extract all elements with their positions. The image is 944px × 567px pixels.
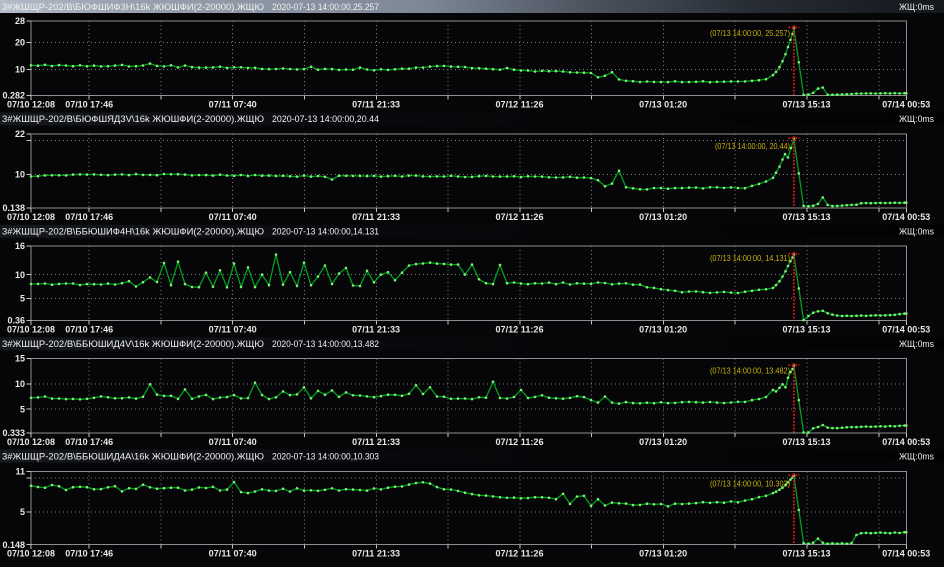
svg-text:5: 5 <box>20 404 25 414</box>
svg-text:2020-07-13 14:00:00,10.303: 2020-07-13 14:00:00,10.303 <box>272 451 379 461</box>
svg-text:07/14 00:53: 07/14 00:53 <box>882 99 930 109</box>
svg-text:07/11 21:33: 07/11 21:33 <box>352 549 400 559</box>
svg-text:16: 16 <box>15 241 25 251</box>
svg-text:10: 10 <box>15 379 25 389</box>
svg-text:07/11 07:40: 07/11 07:40 <box>209 212 257 222</box>
svg-text:5: 5 <box>20 294 25 304</box>
svg-text:07/10 12:08: 07/10 12:08 <box>7 99 55 109</box>
svg-text:07/11 07:40: 07/11 07:40 <box>209 99 257 109</box>
svg-text:ЖЩ:0ms: ЖЩ:0ms <box>899 451 934 461</box>
svg-text:3#ЖШЩP-202/B\ББЮШИД4A\16k ЖЮШФ: 3#ЖШЩP-202/B\ББЮШИД4A\16k ЖЮШФИ(2-20000)… <box>2 451 264 461</box>
svg-text:28: 28 <box>15 16 25 26</box>
svg-text:5: 5 <box>20 507 25 517</box>
svg-text:2020-07-13 14:00:00,14.131: 2020-07-13 14:00:00,14.131 <box>272 227 379 237</box>
svg-text:07/13 15:13: 07/13 15:13 <box>783 212 831 222</box>
svg-text:07/11 07:40: 07/11 07:40 <box>209 549 257 559</box>
svg-text:07/10 12:08: 07/10 12:08 <box>7 325 55 335</box>
svg-text:(07/13 14:00:00, 14.131): (07/13 14:00:00, 14.131) <box>710 254 790 263</box>
svg-text:07/12 11:26: 07/12 11:26 <box>496 212 544 222</box>
svg-text:2020-07-13 14:00:00,13.482: 2020-07-13 14:00:00,13.482 <box>272 339 379 349</box>
svg-text:07/13 01:20: 07/13 01:20 <box>639 437 687 447</box>
svg-text:07/11 21:33: 07/11 21:33 <box>352 99 400 109</box>
svg-text:07/13 15:13: 07/13 15:13 <box>783 549 831 559</box>
svg-text:(07/13 14:00:00, 13.482): (07/13 14:00:00, 13.482) <box>710 367 790 376</box>
svg-text:07/12 11:26: 07/12 11:26 <box>496 325 544 335</box>
svg-text:07/10 17:46: 07/10 17:46 <box>65 437 113 447</box>
svg-text:07/14 00:53: 07/14 00:53 <box>882 437 930 447</box>
svg-text:07/10 12:08: 07/10 12:08 <box>7 549 55 559</box>
svg-text:(07/13 14:00:00, 25.257): (07/13 14:00:00, 25.257) <box>710 29 790 38</box>
svg-text:ЖЩ:0ms: ЖЩ:0ms <box>899 2 934 12</box>
svg-text:ЖЩ:0ms: ЖЩ:0ms <box>899 227 934 237</box>
svg-text:07/10 17:46: 07/10 17:46 <box>65 325 113 335</box>
svg-text:ЖЩ:0ms: ЖЩ:0ms <box>899 114 934 124</box>
svg-text:07/13 15:13: 07/13 15:13 <box>783 437 831 447</box>
svg-text:(07/13 14:00:00, 10.303): (07/13 14:00:00, 10.303) <box>710 480 790 489</box>
svg-text:07/11 21:33: 07/11 21:33 <box>352 437 400 447</box>
svg-text:07/10 17:46: 07/10 17:46 <box>65 549 113 559</box>
svg-text:11: 11 <box>15 467 25 477</box>
svg-text:07/11 07:40: 07/11 07:40 <box>209 325 257 335</box>
svg-text:20: 20 <box>15 38 25 48</box>
svg-text:10: 10 <box>15 170 25 180</box>
svg-text:(07/13 14:00:00, 20.44): (07/13 14:00:00, 20.44) <box>715 142 790 151</box>
svg-text:07/12 11:26: 07/12 11:26 <box>496 99 544 109</box>
svg-text:07/13 15:13: 07/13 15:13 <box>783 325 831 335</box>
svg-text:07/12 11:26: 07/12 11:26 <box>496 549 544 559</box>
svg-text:10: 10 <box>15 270 25 280</box>
svg-text:15: 15 <box>15 354 25 364</box>
svg-text:3#ЖШЩP-202/B\БЮФШИФ3H\16k ЖЮШФ: 3#ЖШЩP-202/B\БЮФШИФ3H\16k ЖЮШФИ(2-20000)… <box>2 2 264 12</box>
svg-text:07/13 01:20: 07/13 01:20 <box>639 549 687 559</box>
svg-text:07/10 17:46: 07/10 17:46 <box>65 212 113 222</box>
svg-text:07/13 01:20: 07/13 01:20 <box>639 212 687 222</box>
svg-text:07/12 11:26: 07/12 11:26 <box>496 437 544 447</box>
svg-text:2020-07-13 14:00:00,20.44: 2020-07-13 14:00:00,20.44 <box>272 114 379 124</box>
svg-text:10: 10 <box>15 65 25 75</box>
svg-text:07/10 12:08: 07/10 12:08 <box>7 437 55 447</box>
svg-text:07/13 01:20: 07/13 01:20 <box>639 99 687 109</box>
svg-text:22: 22 <box>15 129 25 139</box>
svg-text:07/14 00:53: 07/14 00:53 <box>882 325 930 335</box>
svg-text:ЖЩ:0ms: ЖЩ:0ms <box>899 339 934 349</box>
svg-text:07/14 00:53: 07/14 00:53 <box>882 212 930 222</box>
svg-text:2020-07-13 14:00:00,25.257: 2020-07-13 14:00:00,25.257 <box>272 2 379 12</box>
svg-text:07/11 21:33: 07/11 21:33 <box>352 325 400 335</box>
svg-text:07/10 12:08: 07/10 12:08 <box>7 212 55 222</box>
svg-text:07/13 15:13: 07/13 15:13 <box>783 99 831 109</box>
svg-text:3#ЖШЩP-202/B\БЮФШЯД3V\16k ЖЮШФ: 3#ЖШЩP-202/B\БЮФШЯД3V\16k ЖЮШФИ(2-20000)… <box>2 114 264 124</box>
svg-text:07/13 01:20: 07/13 01:20 <box>639 325 687 335</box>
svg-text:07/11 21:33: 07/11 21:33 <box>352 212 400 222</box>
svg-text:07/10 17:46: 07/10 17:46 <box>65 99 113 109</box>
svg-text:07/14 00:53: 07/14 00:53 <box>882 549 930 559</box>
svg-text:3#ЖШЩP-202/B\ББЮШИД4V\16k ЖЮШФ: 3#ЖШЩP-202/B\ББЮШИД4V\16k ЖЮШФИ(2-20000)… <box>2 339 264 349</box>
svg-text:3#ЖШЩP-202/B\ББЮШИФ4H\16k ЖЮШФ: 3#ЖШЩP-202/B\ББЮШИФ4H\16k ЖЮШФИ(2-20000)… <box>2 227 264 237</box>
svg-text:07/11 07:40: 07/11 07:40 <box>209 437 257 447</box>
